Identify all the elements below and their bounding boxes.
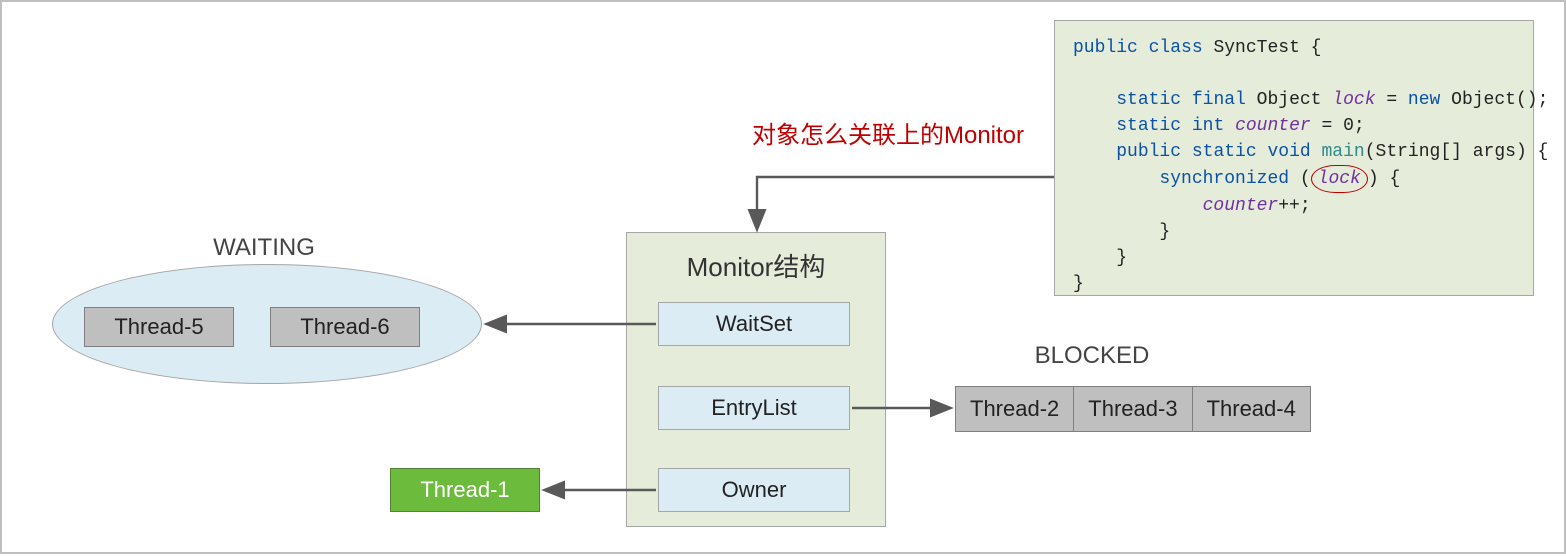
blocked-label: BLOCKED	[1032, 341, 1152, 371]
code-kw: class	[1149, 38, 1203, 58]
blocked-thread-cell: Thread-3	[1074, 387, 1192, 431]
code-kw: void	[1267, 142, 1310, 162]
code-inc: ++;	[1278, 196, 1310, 216]
code-var: counter	[1203, 196, 1279, 216]
code-kw: new	[1408, 90, 1440, 110]
code-type: Object	[1257, 90, 1322, 110]
owner-thread-box: Thread-1	[390, 468, 540, 512]
blocked-thread-cell: Thread-2	[956, 387, 1074, 431]
code-kw: synchronized	[1159, 169, 1289, 189]
code-kw: public	[1073, 38, 1138, 58]
blocked-thread-cell: Thread-4	[1193, 387, 1310, 431]
code-panel: public class SyncTest { static final Obj…	[1054, 20, 1534, 296]
arrow-lock-to-monitor	[757, 177, 1054, 228]
code-ctor: Object()	[1451, 90, 1537, 110]
waiting-thread-box: Thread-5	[84, 307, 234, 347]
code-kw: static	[1116, 116, 1181, 136]
blocked-row: Thread-2 Thread-3 Thread-4	[955, 386, 1311, 432]
monitor-title: Monitor结构	[626, 248, 886, 282]
annotation-label: 对象怎么关联上的Monitor	[752, 115, 1072, 150]
monitor-slot-owner: Owner	[658, 468, 850, 512]
code-var: counter	[1235, 116, 1311, 136]
code-var: lock	[1332, 90, 1375, 110]
code-var: lock	[1318, 169, 1361, 189]
code-ident: SyncTest	[1213, 38, 1299, 58]
code-kw: int	[1192, 116, 1224, 136]
waiting-label: WAITING	[204, 233, 324, 263]
code-kw: final	[1192, 90, 1246, 110]
waiting-thread-box: Thread-6	[270, 307, 420, 347]
code-literal: 0	[1343, 116, 1354, 136]
code-kw: static	[1116, 90, 1181, 110]
diagram-canvas: WAITING Thread-5 Thread-6 Monitor结构 Wait…	[0, 0, 1566, 554]
lock-circle-icon: lock	[1311, 165, 1368, 193]
code-kw: static	[1192, 142, 1257, 162]
code-method: main	[1322, 142, 1365, 162]
monitor-slot-waitset: WaitSet	[658, 302, 850, 346]
code-params: (String[] args)	[1365, 142, 1527, 162]
code-kw: public	[1116, 142, 1181, 162]
monitor-slot-entrylist: EntryList	[658, 386, 850, 430]
